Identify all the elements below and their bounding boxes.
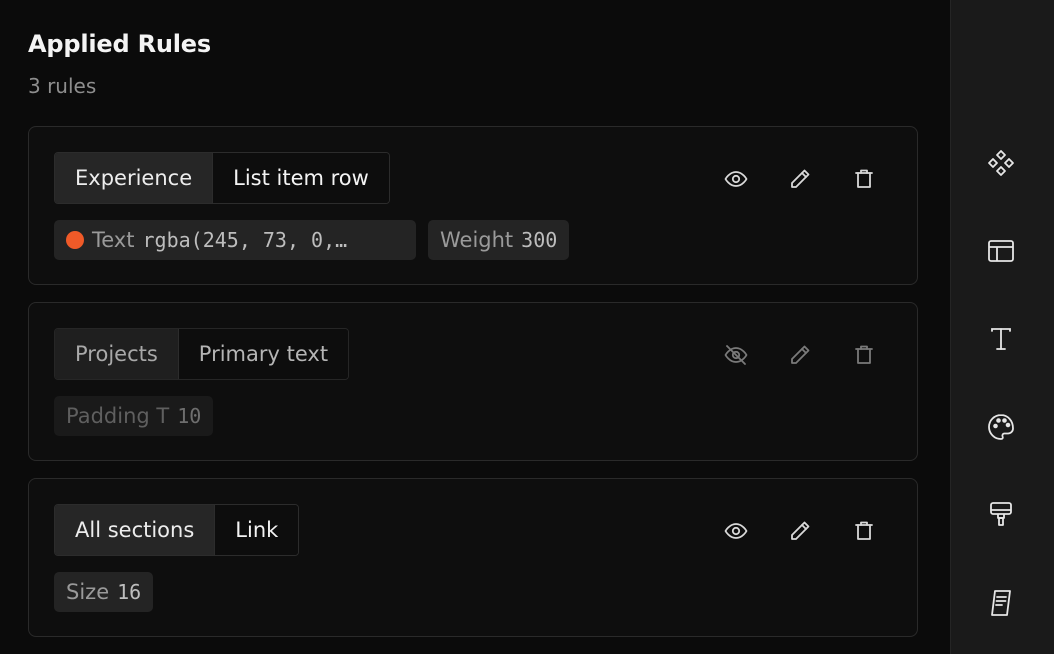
rule-scope[interactable]: Projects [55,329,178,379]
typography-icon [991,328,1011,350]
edit-button[interactable] [782,517,818,545]
property-chip[interactable]: Weight 300 [428,220,570,260]
color-swatch [66,231,84,249]
paint-button[interactable] [986,500,1016,530]
eye-icon [724,523,748,539]
visibility-toggle-button[interactable] [718,517,754,545]
property-chip[interactable]: Size 16 [54,572,154,612]
components-icon [988,150,1014,176]
property-chip[interactable]: Text rgba(245, 73, 0,… [54,220,416,260]
rule-scope[interactable]: Experience [55,153,213,203]
property-value: 10 [177,404,202,428]
components-button[interactable] [986,148,1016,178]
trash-icon [855,345,873,364]
delete-button[interactable] [846,341,882,369]
rule-scope[interactable]: All sections [55,505,215,555]
rule-actions [718,165,910,193]
property-value: 16 [117,580,142,604]
layout-icon [988,240,1014,262]
rule-actions [718,517,910,545]
delete-button[interactable] [846,165,882,193]
rule-card: All sections Link Size 16 [28,478,918,637]
trash-icon [855,169,873,188]
paint-roller-icon [990,502,1012,526]
typography-button[interactable] [986,324,1016,354]
rule-properties: Text rgba(245, 73, 0,… Weight 300 [54,220,570,260]
panel-title: Applied Rules [28,30,211,58]
rule-breadcrumb[interactable]: All sections Link [54,504,300,556]
rule-card: Projects Primary text Padding T 10 [28,302,918,461]
eye-off-icon [724,345,748,365]
property-label: Padding T [66,404,170,428]
edit-button[interactable] [782,341,818,369]
notes-button[interactable] [986,588,1016,618]
rule-properties: Padding T 10 [54,396,214,436]
palette-button[interactable] [986,412,1016,442]
palette-icon [988,414,1014,440]
rule-properties: Size 16 [54,572,154,612]
pencil-icon [791,345,810,364]
rule-actions [718,341,910,369]
property-label: Weight [440,228,514,252]
pencil-icon [791,521,810,540]
property-label: Text [92,228,135,252]
rule-card: Experience List item row Text rgba(245, … [28,126,918,285]
eye-icon [724,171,748,187]
layout-button[interactable] [986,236,1016,266]
visibility-toggle-button[interactable] [718,165,754,193]
rules-panel: Applied Rules 3 rules Experience List it… [0,0,950,654]
rule-target[interactable]: Link [214,505,299,555]
property-value: 300 [521,228,558,252]
notes-icon [991,590,1011,616]
rule-breadcrumb[interactable]: Experience List item row [54,152,390,204]
property-label: Size [66,580,110,604]
delete-button[interactable] [846,517,882,545]
visibility-toggle-button[interactable] [718,341,754,369]
edit-button[interactable] [782,165,818,193]
rule-target[interactable]: List item row [212,153,389,203]
rule-breadcrumb[interactable]: Projects Primary text [54,328,350,380]
trash-icon [855,521,873,540]
pencil-icon [791,169,810,188]
property-chip[interactable]: Padding T 10 [54,396,214,436]
rule-target[interactable]: Primary text [177,329,349,379]
tool-rail [950,0,1054,654]
rules-count: 3 rules [28,74,97,98]
property-value: rgba(245, 73, 0,… [142,228,348,252]
